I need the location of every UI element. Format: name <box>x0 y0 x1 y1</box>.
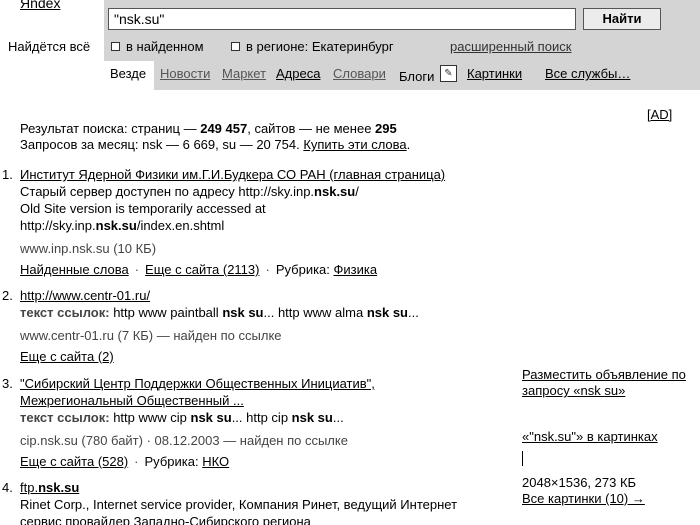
post-ad-link[interactable]: Разместить объявление по <box>522 367 686 383</box>
summary-pages-label: Результат поиска: страниц — <box>20 121 201 136</box>
queries-per-month: Запросов за месяц: nsk — 6 669, su — 20 … <box>20 137 304 152</box>
tab-images[interactable]: Картинки <box>467 66 522 81</box>
option-in-region[interactable]: в регионе: Екатеринбург <box>231 39 394 54</box>
tab-everywhere[interactable]: Везде <box>104 61 154 90</box>
result-title-link[interactable]: "Сибирский Центр Поддержки Общественных … <box>20 375 510 392</box>
post-ad-link-cont[interactable]: запросу «nsk su» <box>522 383 686 399</box>
image-placeholder-divider <box>522 451 523 466</box>
result-url-meta: cip.nsk.su (780 байт) · 08.12.2003 — най… <box>20 433 348 448</box>
search-summary: Результат поиска: страниц — 249 457, сай… <box>20 121 411 152</box>
images-block-title: «"nsk.su"» в картинках <box>522 429 658 445</box>
summary-sites-label: , сайтов — не менее <box>247 121 376 136</box>
post-ad-block: Разместить объявление по запросу «nsk su… <box>522 367 686 399</box>
search-input[interactable] <box>108 8 576 30</box>
result-title-link[interactable]: http://www.centr-01.ru/ <box>20 287 510 304</box>
rubric-label: Рубрика: <box>275 262 334 277</box>
result-snippet: Старый сервер доступен по адресу http://… <box>20 184 359 199</box>
buy-words-link[interactable]: Купить эти слова <box>303 137 406 152</box>
result-snippet-line: Old Site version is temporarily accessed… <box>20 201 266 216</box>
result-title-link-cont[interactable]: Межрегиональный Общественный ... <box>20 392 510 409</box>
rubric-link[interactable]: НКО <box>202 454 229 469</box>
advanced-search-link[interactable]: расширенный поиск <box>450 39 571 54</box>
more-from-site-link[interactable]: Еще с сайта (2) <box>20 349 114 364</box>
in-region-checkbox[interactable] <box>231 42 240 51</box>
pages-count: 249 457 <box>200 121 248 136</box>
tab-dictionaries[interactable]: Словари <box>333 66 386 81</box>
result-number: 3. <box>2 376 13 391</box>
tab-all-services[interactable]: Все службы… <box>545 66 630 81</box>
result-links: Найденные слова · Еще с сайта (2113) · Рубри… <box>20 262 378 277</box>
more-from-site-link[interactable]: Еще с сайта (2113) <box>145 262 259 277</box>
result-links: Еще с сайта (528) · Рубрика: НКО <box>20 454 230 469</box>
images-search-link[interactable]: «"nsk.su"» в картинках <box>522 429 658 445</box>
service-nav: Везде Новости Маркет Адреса Словари Блог… <box>104 61 700 90</box>
result-title-link[interactable]: ftp.nsk.su <box>20 479 520 496</box>
yandex-logo[interactable]: Яndex <box>20 0 60 11</box>
more-from-site-link[interactable]: Еще с сайта (528) <box>20 454 128 469</box>
ad-link[interactable]: [AD] <box>647 107 672 122</box>
rubric-link[interactable]: Физика <box>334 262 378 277</box>
option-in-found[interactable]: в найденном <box>111 39 204 54</box>
image-info: 2048×1536, 273 КБ <box>522 475 637 490</box>
tab-news[interactable]: Новости <box>160 66 210 81</box>
tab-addresses[interactable]: Адреса <box>276 66 320 81</box>
tab-market[interactable]: Маркет <box>222 66 266 81</box>
result-snippet-line: Rinet Corp., Internet service provider, … <box>20 497 458 512</box>
result-number: 2. <box>2 288 13 303</box>
result-url-meta: www.inp.nsk.su (10 КБ) <box>20 241 157 256</box>
search-button[interactable]: Найти <box>583 8 661 30</box>
tab-blogs[interactable]: Блоги <box>399 69 434 84</box>
tagline: Найдётся всё <box>8 39 91 54</box>
result-links: Еще с сайта (2) <box>20 348 510 365</box>
result-snippet: текст ссылок: http www paintball nsk su.… <box>20 305 419 320</box>
result-number: 1. <box>2 167 13 182</box>
in-region-label: в регионе: Екатеринбург <box>246 39 394 54</box>
blog-edit-icon[interactable]: ✎ <box>440 65 457 82</box>
result-url-meta: www.centr-01.ru (7 КБ) — найден по ссылк… <box>20 328 282 343</box>
rubric-label: Рубрика: <box>144 454 203 469</box>
search-header: Найти в найденном в регионе: Екатеринбур… <box>104 0 700 90</box>
result-snippet: текст ссылок: http www cip nsk su... htt… <box>20 410 344 425</box>
result-title-link[interactable]: Институт Ядерной Физики им.Г.И.Будкера С… <box>20 166 510 183</box>
in-found-label: в найденном <box>126 39 204 54</box>
found-words-link[interactable]: Найденные слова <box>20 262 129 277</box>
all-images-link[interactable]: Все картинки (10) → <box>522 491 645 507</box>
sites-count: 295 <box>375 121 397 136</box>
result-snippet-line: http://sky.inp.nsk.su/index.en.shtml <box>20 218 225 233</box>
result-number: 4. <box>2 480 13 495</box>
in-found-checkbox[interactable] <box>111 42 120 51</box>
result-snippet-line: сервис провайдер Западно-Сибирского реги… <box>20 514 311 525</box>
